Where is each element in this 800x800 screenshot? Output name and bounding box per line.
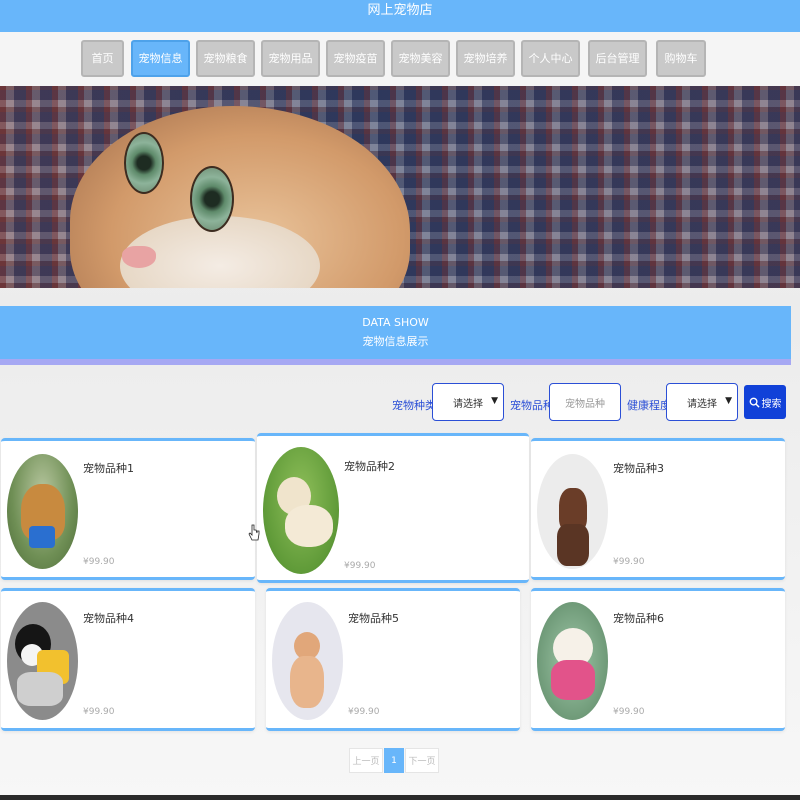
nav-pet-food[interactable]: 宠物粮食 [196, 40, 255, 77]
product-price: ¥99.90 [613, 707, 645, 717]
pagination-prev[interactable]: 上一页 [349, 748, 383, 773]
product-name: 宠物品种2 [344, 460, 395, 473]
nav-pet-supplies[interactable]: 宠物用品 [261, 40, 320, 77]
health-label: 健康程度 [627, 399, 671, 412]
section-title-cn: 宠物信息展示 [362, 335, 429, 348]
pet-type-value: 请选择 [453, 398, 483, 410]
product-card[interactable]: 宠物品种2 ¥99.90 [257, 433, 529, 583]
pet-photo [7, 454, 78, 569]
section-header: DATA SHOW 宠物信息展示 [0, 306, 791, 365]
pet-type-select[interactable]: 请选择 ▼ [432, 383, 504, 421]
product-price: ¥99.90 [348, 707, 380, 717]
cat-eye-left [124, 132, 164, 194]
section-title-en: DATA SHOW [362, 316, 429, 329]
product-card[interactable]: 宠物品种4 ¥99.90 [1, 588, 255, 731]
bottom-edge [0, 795, 800, 800]
product-price: ¥99.90 [83, 707, 115, 717]
nav-home[interactable]: 首页 [81, 40, 124, 77]
pet-photo [7, 602, 78, 720]
pet-breed-input[interactable]: 宠物品种 [549, 383, 621, 421]
site-header: 网上宠物店 [0, 0, 800, 32]
search-button[interactable]: 搜索 [744, 385, 786, 419]
pet-photo [263, 447, 339, 574]
product-name: 宠物品种6 [613, 612, 664, 625]
pet-type-label: 宠物种类 [392, 399, 436, 412]
nav-pet-vaccine[interactable]: 宠物疫苗 [326, 40, 385, 77]
product-card[interactable]: 宠物品种5 ¥99.90 [266, 588, 520, 731]
nav-user-center[interactable]: 个人中心 [521, 40, 580, 77]
hand-cursor-icon [248, 524, 260, 541]
cat-nose [122, 246, 156, 268]
product-name: 宠物品种3 [613, 462, 664, 475]
nav-cart[interactable]: 购物车 [656, 40, 706, 77]
pet-photo [537, 454, 608, 569]
health-select[interactable]: 请选择 ▼ [666, 383, 738, 421]
product-name: 宠物品种5 [348, 612, 399, 625]
chevron-down-icon: ▼ [725, 396, 732, 406]
product-price: ¥99.90 [83, 557, 115, 567]
product-card[interactable]: 宠物品种6 ¥99.90 [531, 588, 785, 731]
cat-eye-right [190, 166, 234, 232]
product-card[interactable]: 宠物品种3 ¥99.90 [531, 438, 785, 580]
nav-admin[interactable]: 后台管理 [588, 40, 647, 77]
pet-photo [272, 602, 343, 720]
chevron-down-icon: ▼ [491, 396, 498, 406]
pagination-page-1[interactable]: 1 [384, 748, 404, 773]
site-title: 网上宠物店 [367, 3, 433, 18]
nav-pet-training[interactable]: 宠物培养 [456, 40, 515, 77]
product-name: 宠物品种4 [83, 612, 134, 625]
product-price: ¥99.90 [613, 557, 645, 567]
pagination-next[interactable]: 下一页 [405, 748, 439, 773]
search-icon [749, 397, 760, 408]
health-value: 请选择 [687, 398, 717, 410]
nav-pet-info[interactable]: 宠物信息 [131, 40, 190, 77]
product-price: ¥99.90 [344, 561, 376, 571]
product-card[interactable]: 宠物品种1 ¥99.90 [1, 438, 255, 580]
pet-breed-label: 宠物品种 [510, 399, 554, 412]
product-name: 宠物品种1 [83, 462, 134, 475]
nav-pet-grooming[interactable]: 宠物美容 [391, 40, 450, 77]
search-label: 搜索 [761, 398, 782, 410]
pet-photo [537, 602, 608, 720]
main-nav: 首页 宠物信息 宠物粮食 宠物用品 宠物疫苗 宠物美容 宠物培养 个人中心 后台… [0, 32, 800, 86]
pet-breed-placeholder: 宠物品种 [565, 398, 605, 410]
banner-image [0, 86, 800, 288]
